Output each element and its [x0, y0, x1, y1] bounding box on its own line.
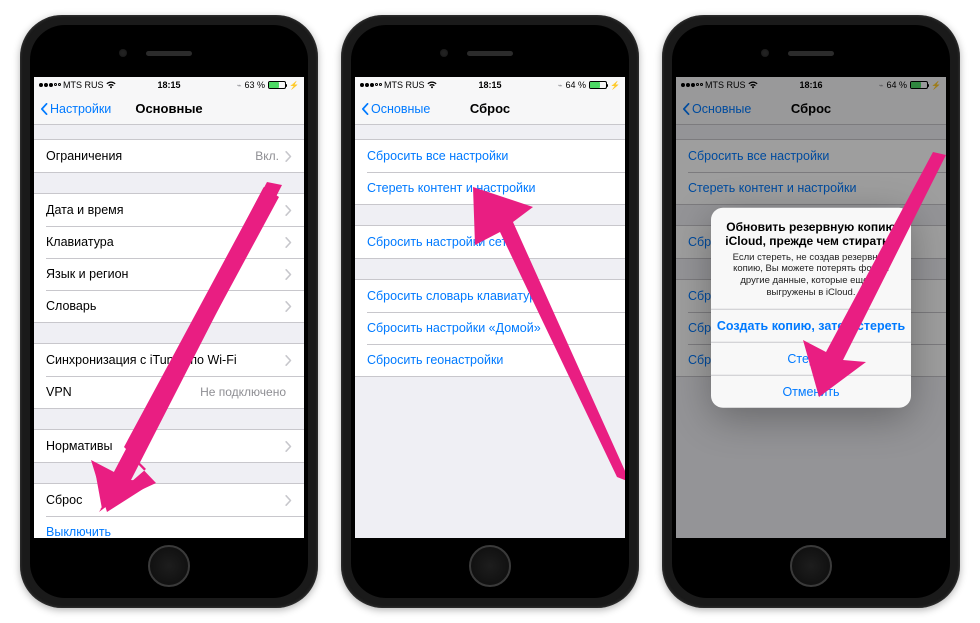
- nav-bar: Настройки Основные: [34, 93, 304, 125]
- alert-backup-then-erase-button[interactable]: Создать копию, затем стереть: [711, 309, 911, 342]
- row-label: Сбросить словарь клавиатуры: [367, 289, 613, 303]
- screen-2: MTS RUS 18:15 ⌁ 64 % ⚡ Основные Сброс С: [355, 77, 625, 538]
- row-label: Нормативы: [46, 439, 285, 453]
- settings-group: Сброс Выключить: [34, 483, 304, 538]
- front-camera: [761, 49, 769, 57]
- settings-group: Сбросить настройки сети: [355, 225, 625, 259]
- alert-title: Обновить резервную копию iCloud, прежде …: [711, 207, 911, 249]
- clock: 18:15: [447, 80, 534, 90]
- settings-row[interactable]: Нормативы: [34, 430, 304, 462]
- row-value: Вкл.: [255, 149, 279, 163]
- row-label: Сбросить все настройки: [367, 149, 613, 163]
- settings-row[interactable]: Сбросить настройки сети: [355, 226, 625, 258]
- row-label: Сброс: [46, 493, 285, 507]
- settings-row[interactable]: Сброс: [34, 484, 304, 516]
- row-label: Клавиатура: [46, 235, 285, 249]
- confirm-alert: Обновить резервную копию iCloud, прежде …: [711, 207, 911, 408]
- charging-icon: ⚡: [610, 81, 620, 90]
- row-label: Словарь: [46, 299, 285, 313]
- home-button[interactable]: [148, 545, 190, 587]
- status-bar: MTS RUS 18:15 ⌁ 64 % ⚡: [355, 77, 625, 93]
- carrier-label: MTS RUS: [63, 80, 104, 90]
- battery-pct: 63 %: [245, 80, 266, 90]
- chevron-right-icon: [285, 301, 292, 312]
- battery-icon: [589, 81, 607, 89]
- row-label: Выключить: [46, 525, 292, 538]
- settings-group: ОграниченияВкл.: [34, 139, 304, 173]
- clock: 18:15: [126, 80, 213, 90]
- settings-row[interactable]: Синхронизация с iTunes по Wi-Fi: [34, 344, 304, 376]
- row-label: Стереть контент и настройки: [367, 181, 613, 195]
- settings-row[interactable]: VPNНе подключено: [34, 376, 304, 408]
- chevron-right-icon: [285, 205, 292, 216]
- chevron-right-icon: [285, 355, 292, 366]
- bluetooth-icon: ⌁: [558, 81, 563, 90]
- battery-icon: [268, 81, 286, 89]
- speaker: [788, 51, 834, 56]
- home-button[interactable]: [790, 545, 832, 587]
- row-label: Сбросить настройки «Домой»: [367, 321, 613, 335]
- screen-1: MTS RUS 18:15 ⌁ 63 % ⚡ Настройки Основны…: [34, 77, 304, 538]
- home-button[interactable]: [469, 545, 511, 587]
- chevron-right-icon: [285, 151, 292, 162]
- alert-cancel-button[interactable]: Отменить: [711, 375, 911, 408]
- phone-1: MTS RUS 18:15 ⌁ 63 % ⚡ Настройки Основны…: [20, 15, 318, 608]
- settings-row[interactable]: ОграниченияВкл.: [34, 140, 304, 172]
- page-title: Сброс: [355, 101, 625, 116]
- front-camera: [119, 49, 127, 57]
- speaker: [467, 51, 513, 56]
- row-label: Ограничения: [46, 149, 255, 163]
- wifi-icon: [106, 81, 116, 89]
- chevron-right-icon: [285, 237, 292, 248]
- row-label: Синхронизация с iTunes по Wi-Fi: [46, 353, 285, 367]
- speaker: [146, 51, 192, 56]
- settings-row[interactable]: Стереть контент и настройки: [355, 172, 625, 204]
- row-label: Дата и время: [46, 203, 285, 217]
- settings-group: Синхронизация с iTunes по Wi-Fi VPNНе под…: [34, 343, 304, 409]
- alert-message: Если стереть, не создав резервную копию,…: [711, 249, 911, 309]
- front-camera: [440, 49, 448, 57]
- settings-row[interactable]: Язык и регион: [34, 258, 304, 290]
- alert-erase-button[interactable]: Стереть: [711, 342, 911, 375]
- settings-list[interactable]: ОграниченияВкл. Дата и время Клавиатура Язы…: [34, 125, 304, 538]
- row-label: VPN: [46, 385, 200, 399]
- status-bar: MTS RUS 18:15 ⌁ 63 % ⚡: [34, 77, 304, 93]
- settings-row[interactable]: Сбросить словарь клавиатуры: [355, 280, 625, 312]
- page-title: Основные: [34, 101, 304, 116]
- chevron-right-icon: [285, 495, 292, 506]
- signal-icon: [360, 83, 382, 87]
- settings-group: Дата и время Клавиатура Язык и регион Слова…: [34, 193, 304, 323]
- settings-row[interactable]: Сбросить геонастройки: [355, 344, 625, 376]
- screen-3: MTS RUS 18:16 ⌁ 64 % ⚡ Основные Сброс С: [676, 77, 946, 538]
- phone-3: MTS RUS 18:16 ⌁ 64 % ⚡ Основные Сброс С: [662, 15, 960, 608]
- signal-icon: [39, 83, 61, 87]
- settings-row[interactable]: Дата и время: [34, 194, 304, 226]
- settings-row[interactable]: Клавиатура: [34, 226, 304, 258]
- battery-pct: 64 %: [566, 80, 587, 90]
- row-label: Язык и регион: [46, 267, 285, 281]
- reset-list[interactable]: Сбросить все настройки Стереть контент и …: [355, 125, 625, 538]
- nav-bar: Основные Сброс: [355, 93, 625, 125]
- row-label: Сбросить настройки сети: [367, 235, 613, 249]
- settings-group: Нормативы: [34, 429, 304, 463]
- charging-icon: ⚡: [289, 81, 299, 90]
- chevron-right-icon: [285, 441, 292, 452]
- row-label: Сбросить геонастройки: [367, 353, 613, 367]
- wifi-icon: [427, 81, 437, 89]
- row-value: Не подключено: [200, 385, 286, 399]
- chevron-right-icon: [285, 269, 292, 280]
- settings-group: Сбросить словарь клавиатуры Сбросить наст…: [355, 279, 625, 377]
- settings-row[interactable]: Выключить: [34, 516, 304, 538]
- settings-group: Сбросить все настройки Стереть контент и …: [355, 139, 625, 205]
- settings-row[interactable]: Сбросить настройки «Домой»: [355, 312, 625, 344]
- bluetooth-icon: ⌁: [237, 81, 242, 90]
- settings-row[interactable]: Сбросить все настройки: [355, 140, 625, 172]
- phone-2: MTS RUS 18:15 ⌁ 64 % ⚡ Основные Сброс С: [341, 15, 639, 608]
- settings-row[interactable]: Словарь: [34, 290, 304, 322]
- carrier-label: MTS RUS: [384, 80, 425, 90]
